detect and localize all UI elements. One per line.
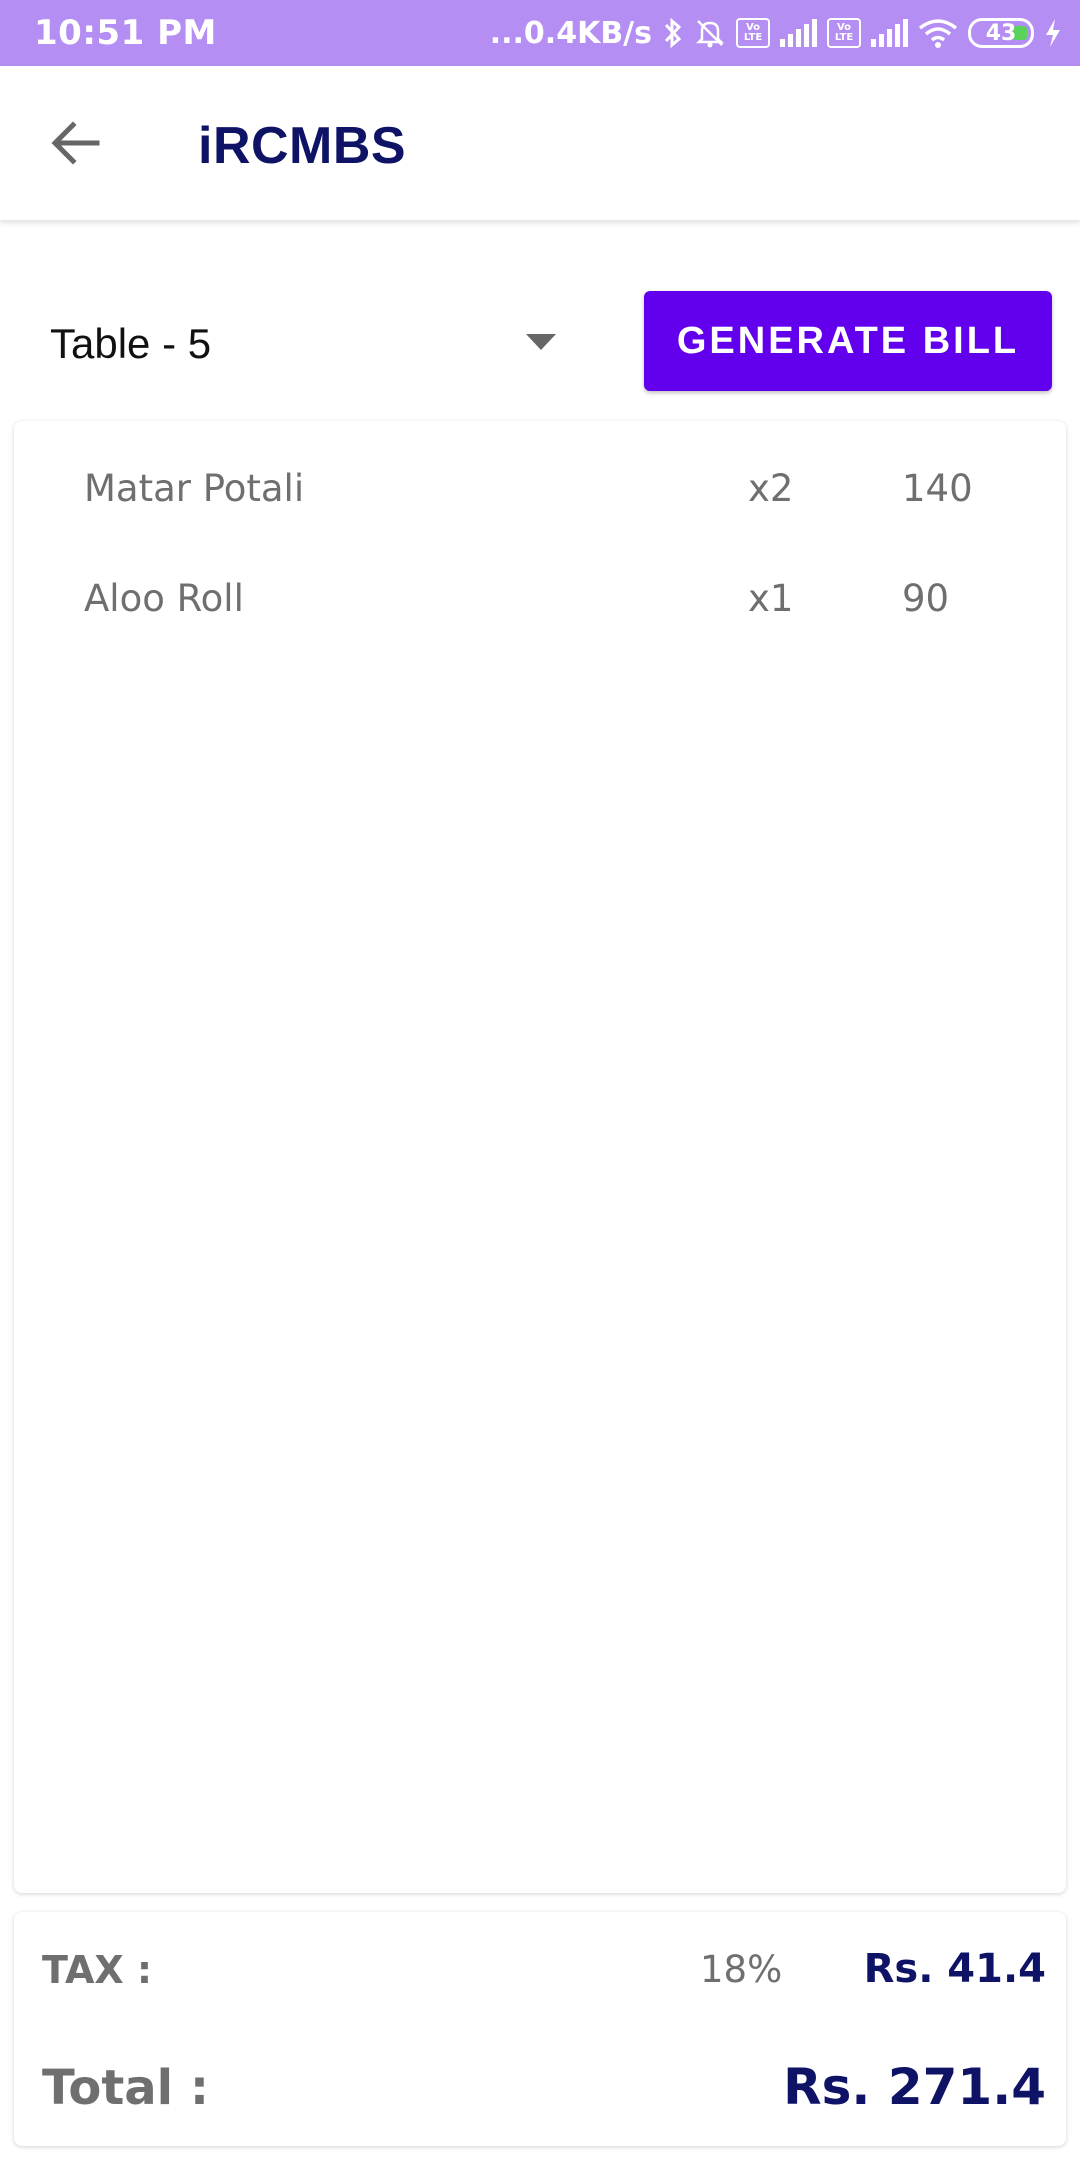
total-amount: Rs. 271.4 bbox=[783, 2058, 1046, 2116]
generate-bill-button[interactable]: GENERATE BILL bbox=[644, 291, 1052, 391]
table-select[interactable]: Table - 5 bbox=[30, 296, 590, 392]
battery-icon: 43 bbox=[968, 18, 1034, 48]
status-time: 10:51 PM bbox=[34, 13, 217, 53]
network-speed: ...0.4KB/s bbox=[489, 15, 652, 51]
charging-icon bbox=[1044, 18, 1062, 48]
tax-amount: Rs. 41.4 bbox=[863, 1946, 1046, 1992]
tax-rate: 18% bbox=[700, 1948, 783, 1991]
list-item[interactable]: Aloo Roll x1 90 bbox=[14, 557, 1066, 647]
item-qty: x1 bbox=[748, 577, 794, 620]
wifi-icon bbox=[918, 18, 958, 48]
bell-off-icon bbox=[694, 17, 726, 49]
item-price: 140 bbox=[902, 467, 973, 510]
status-icons: ...0.4KB/s Vo LTE Vo LTE 43 bbox=[490, 16, 1062, 51]
page-title: iRCMBS bbox=[198, 117, 407, 175]
volte-badge-1: Vo LTE bbox=[736, 18, 770, 48]
table-select-value: Table - 5 bbox=[50, 320, 212, 367]
signal-icon bbox=[871, 19, 908, 47]
bluetooth-icon bbox=[662, 17, 684, 49]
caret-down-icon bbox=[526, 334, 556, 350]
battery-level: 43 bbox=[985, 20, 1017, 46]
item-name: Aloo Roll bbox=[84, 577, 244, 620]
item-qty: x2 bbox=[748, 467, 794, 510]
volte-badge-2: Vo LTE bbox=[827, 18, 861, 48]
back-button[interactable] bbox=[44, 111, 108, 175]
total-label: Total : bbox=[42, 2060, 210, 2116]
tax-label: TAX : bbox=[42, 1948, 153, 1992]
item-name: Matar Potali bbox=[84, 467, 305, 510]
list-item[interactable]: Matar Potali x2 140 bbox=[14, 447, 1066, 537]
arrow-back-icon bbox=[51, 121, 100, 165]
totals-card: TAX : 18% Rs. 41.4 Total : Rs. 271.4 bbox=[14, 1912, 1066, 2146]
item-price: 90 bbox=[902, 577, 950, 620]
status-bar: 10:51 PM ...0.4KB/s Vo LTE Vo LTE 43 bbox=[0, 0, 1080, 66]
signal-icon bbox=[780, 19, 817, 47]
app-bar: iRCMBS bbox=[0, 66, 1080, 220]
order-items-list: Matar Potali x2 140 Aloo Roll x1 90 bbox=[14, 421, 1066, 1893]
